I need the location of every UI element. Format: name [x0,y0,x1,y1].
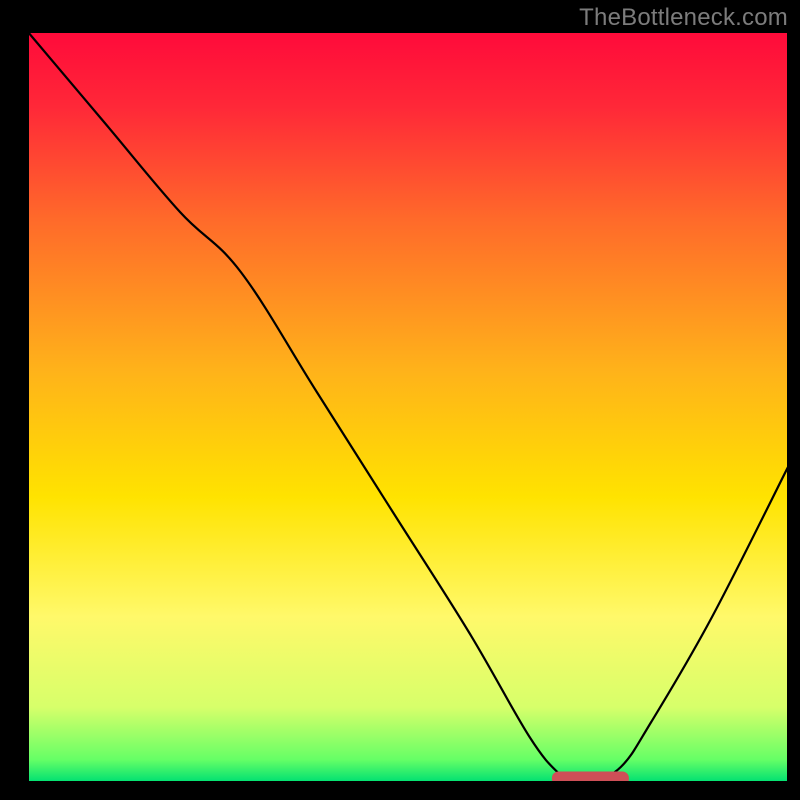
watermark-text: TheBottleneck.com [579,4,788,32]
chart-background [28,32,788,782]
optimal-range-marker [552,772,628,785]
chart-svg [0,0,800,800]
chart-container: TheBottleneck.com [0,0,800,800]
